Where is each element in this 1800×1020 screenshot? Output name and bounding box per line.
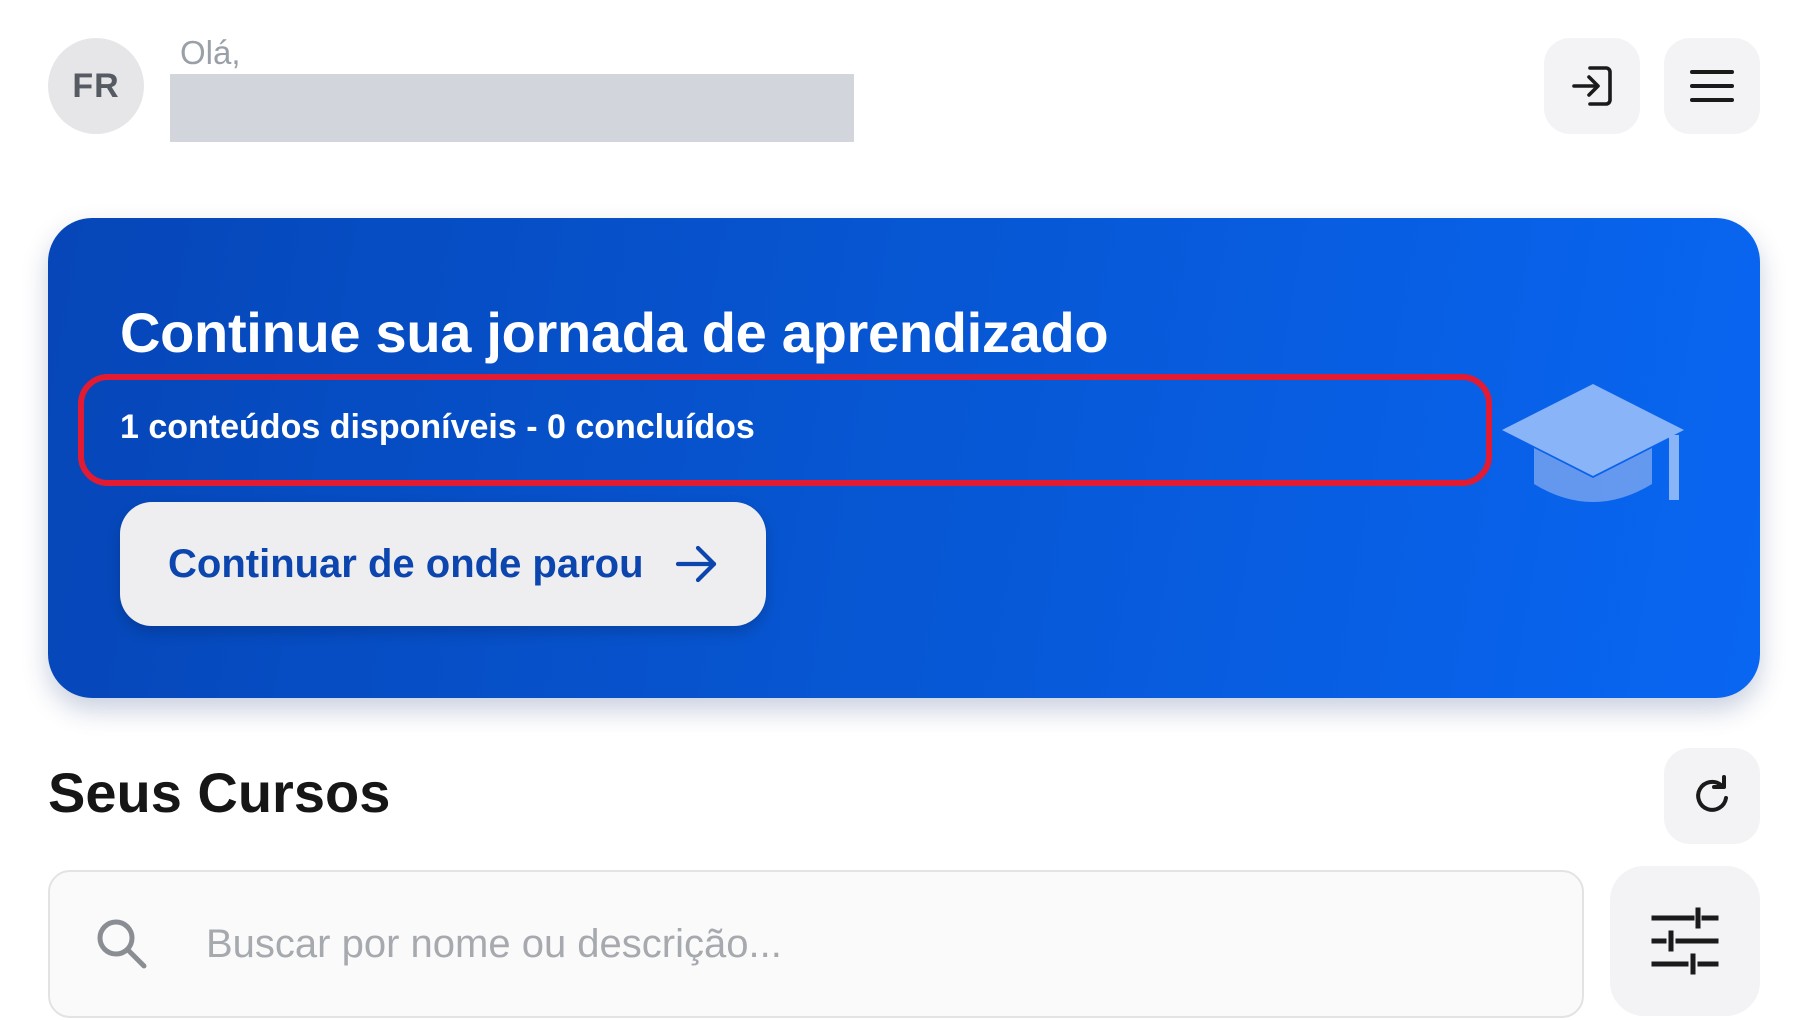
continue-button[interactable]: Continuar de onde parou <box>120 502 766 626</box>
filter-button[interactable] <box>1610 866 1760 1016</box>
refresh-button[interactable] <box>1664 748 1760 844</box>
search-field[interactable] <box>48 870 1584 1018</box>
courses-section-title: Seus Cursos <box>48 761 391 824</box>
progress-summary: 1 conteúdos disponíveis - 0 concluídos <box>120 408 755 446</box>
logout-button[interactable] <box>1544 38 1640 134</box>
greeting-label: Olá, <box>180 34 241 71</box>
search-icon <box>92 914 152 974</box>
hamburger-menu-icon <box>1690 70 1734 102</box>
refresh-icon <box>1696 775 1728 812</box>
continue-button-label: Continuar de onde parou <box>168 541 644 586</box>
hero-title: Continue sua jornada de aprendizado <box>120 301 1109 364</box>
home-screen: FR Olá, Continue sua jornada de aprendiz… <box>0 0 1800 1020</box>
avatar-initials: FR <box>72 66 120 105</box>
menu-button[interactable] <box>1664 38 1760 134</box>
avatar[interactable]: FR <box>48 38 144 134</box>
filter-sliders-icon <box>1651 907 1719 975</box>
arrow-right-icon <box>674 541 720 587</box>
search-input[interactable] <box>206 921 1506 967</box>
graduation-cap-icon <box>1502 384 1684 502</box>
logout-icon <box>1572 66 1612 106</box>
user-name-redacted <box>170 74 854 142</box>
